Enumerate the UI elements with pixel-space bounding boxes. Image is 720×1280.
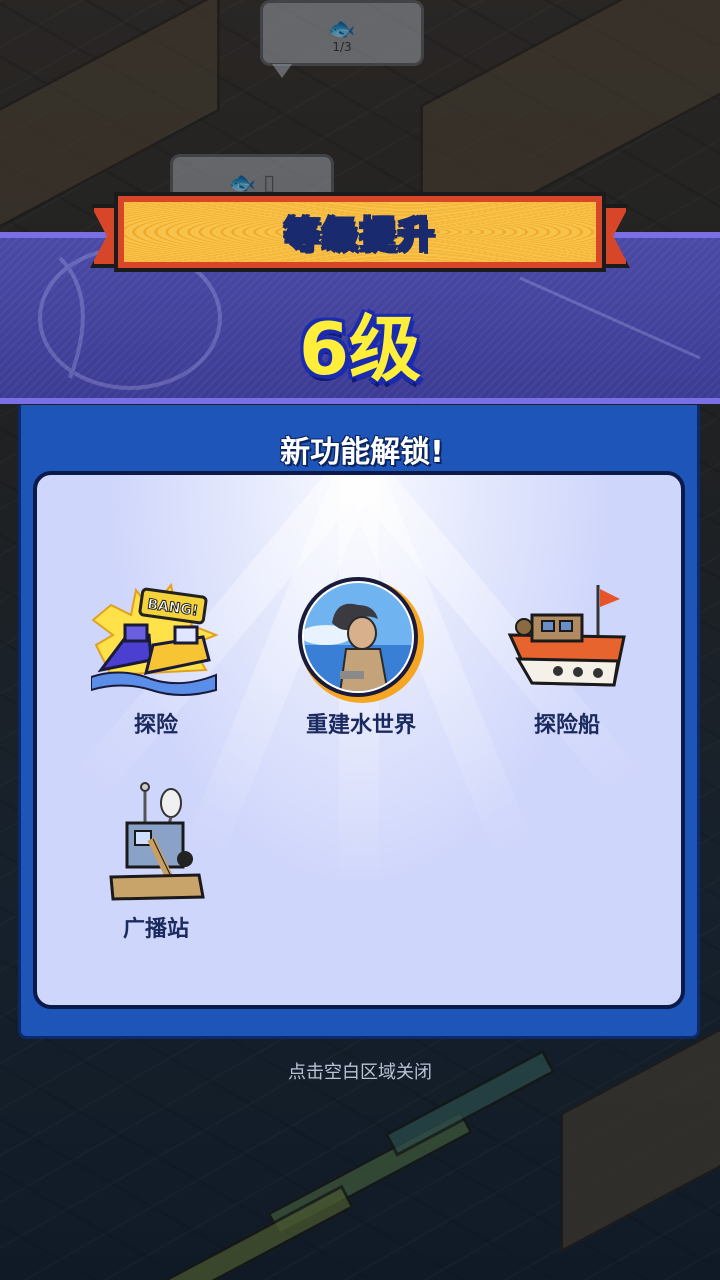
level-value: 6级 — [298, 307, 422, 391]
close-hint: 点击空白区域关闭 — [288, 1062, 432, 1083]
unlock-panel-content: BANG! 探险 重建水世界 探险船 广播站 — [33, 471, 685, 1009]
survivor-portrait-icon — [296, 575, 426, 705]
radio-station-icon — [91, 779, 221, 909]
feature-label: 广播站 — [122, 917, 189, 942]
feature-item-expedition-ship[interactable]: 探险船 — [467, 575, 667, 739]
bang-boats-icon: BANG! — [90, 575, 221, 705]
unlock-panel-title: 新功能解锁! — [280, 435, 444, 470]
feature-label: 探险 — [133, 713, 178, 738]
feature-label: 重建水世界 — [305, 713, 416, 738]
level-up-ribbon: 等级提升 — [114, 192, 606, 272]
unlock-panel: 新功能解锁! BANG! 探险 重建水世界 探险船 广播站 — [18, 405, 700, 1039]
level-up-title: 等级提升 — [283, 214, 436, 257]
feature-label: 探险船 — [533, 713, 600, 738]
expedition-ship-icon — [502, 575, 632, 705]
feature-item-expedition[interactable]: BANG! 探险 — [56, 575, 256, 739]
feature-item-radio-station[interactable]: 广播站 — [56, 779, 256, 943]
feature-item-rebuild-water-world[interactable]: 重建水世界 — [261, 575, 461, 739]
